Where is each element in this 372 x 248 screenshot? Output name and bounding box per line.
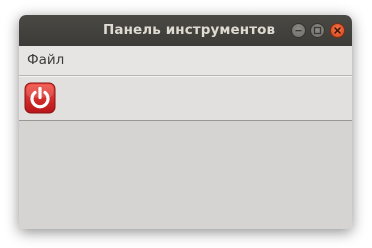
minimize-icon: [295, 30, 302, 32]
close-button[interactable]: [330, 23, 345, 38]
exit-button[interactable]: [24, 82, 56, 114]
menu-item-file[interactable]: Файл: [27, 52, 64, 68]
menu-bar: Файл: [19, 46, 352, 76]
power-icon: [24, 82, 56, 114]
minimize-button[interactable]: [291, 23, 306, 38]
window-title: Панель инструментов: [103, 22, 276, 38]
application-window: Панель инструментов Файл: [19, 15, 352, 229]
maximize-icon: [313, 26, 322, 35]
window-content: [19, 121, 352, 229]
toolbar: [19, 76, 352, 121]
title-bar[interactable]: Панель инструментов: [19, 15, 352, 46]
close-icon: [334, 27, 341, 34]
maximize-button[interactable]: [310, 23, 325, 38]
